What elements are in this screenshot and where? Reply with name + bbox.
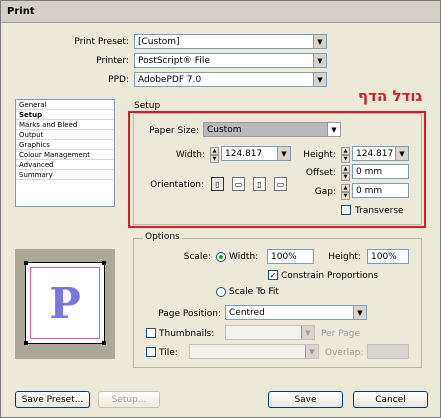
window-title: Print <box>7 6 35 17</box>
width-combo[interactable]: 124.817 ▼ <box>221 146 291 161</box>
cancel-button[interactable]: Cancel <box>353 391 428 408</box>
sidebar-item-output[interactable]: Output <box>16 130 114 140</box>
sidebar-item-colour-management[interactable]: Colour Management <box>16 150 114 160</box>
scale-width-input[interactable]: 100% <box>267 249 314 264</box>
up-arrow-icon[interactable]: ▲ <box>210 147 219 155</box>
thumbnails-dropdown[interactable]: ▼ <box>225 325 315 340</box>
offset-stepper[interactable]: ▲ ▼ <box>341 165 350 181</box>
paper-size-value: Custom <box>207 124 242 135</box>
height-stepper[interactable]: ▲ ▼ <box>341 147 350 163</box>
chevron-down-icon: ▼ <box>313 54 326 67</box>
page-position-label: Page Position: <box>158 309 221 319</box>
orientation-label: Orientation: <box>150 180 204 190</box>
landscape-orientation-icon[interactable]: ▭ <box>232 177 245 191</box>
gap-stepper[interactable]: ▲ ▼ <box>341 184 350 200</box>
chevron-down-icon: ▼ <box>327 123 340 136</box>
preview-paper: P <box>24 261 106 345</box>
chevron-down-icon: ▼ <box>313 35 326 48</box>
height-combo[interactable]: 124.817 ▼ <box>352 146 409 161</box>
chevron-down-icon: ▼ <box>313 73 326 86</box>
print-preset-label: Print Preset: <box>74 37 129 47</box>
down-arrow-icon[interactable]: ▼ <box>210 155 219 163</box>
scale-width-radio[interactable] <box>216 252 226 262</box>
printer-label: Printer: <box>96 56 129 66</box>
chevron-down-icon: ▼ <box>305 345 318 358</box>
up-arrow-icon[interactable]: ▲ <box>341 184 350 192</box>
scale-label: Scale: <box>183 252 211 262</box>
print-preset-value: [Custom] <box>138 36 180 47</box>
sidebar-item-setup[interactable]: Setup <box>16 110 114 120</box>
print-dialog: Print Print Preset: [Custom] ▼ Printer: … <box>0 0 441 418</box>
scale-to-fit-radio[interactable] <box>216 287 226 297</box>
sidebar-item-advanced[interactable]: Advanced <box>16 160 114 170</box>
sidebar-item-graphics[interactable]: Graphics <box>16 140 114 150</box>
constrain-proportions-checkbox[interactable]: ✓ <box>268 270 278 280</box>
scale-height-input[interactable]: 100% <box>367 249 409 264</box>
crop-mark <box>24 341 28 345</box>
tile-dropdown[interactable]: ▼ <box>189 344 319 359</box>
chevron-down-icon: ▼ <box>277 147 290 160</box>
width-value[interactable]: 124.817 <box>222 149 277 159</box>
tile-label: Tile: <box>159 348 178 358</box>
width-stepper[interactable]: ▲ ▼ <box>210 147 219 163</box>
scale-to-fit-label: Scale To Fit <box>229 287 279 297</box>
per-page-label: Per Page <box>321 329 360 339</box>
ppd-label: PPD: <box>108 75 129 85</box>
gap-input[interactable]: 0 mm <box>352 183 409 198</box>
setup-button[interactable]: Setup... <box>98 391 160 408</box>
setup-heading: Setup <box>134 101 161 111</box>
thumbnails-label: Thumbnails: <box>159 329 215 339</box>
save-button[interactable]: Save <box>268 391 343 408</box>
category-list[interactable]: General Setup Marks and Bleed Output Gra… <box>15 99 115 207</box>
overlap-label: Overlap: <box>325 348 364 358</box>
crop-mark <box>102 261 106 265</box>
sidebar-item-summary[interactable]: Summary <box>16 170 114 180</box>
gap-label: Gap: <box>314 187 336 197</box>
constrain-proportions-label: Constrain Proportions <box>281 271 379 281</box>
chevron-down-icon: ▼ <box>395 147 408 160</box>
overlap-input[interactable] <box>367 344 409 359</box>
thumbnails-checkbox[interactable] <box>146 328 156 338</box>
printer-value: PostScript® File <box>138 55 210 66</box>
scale-width-label: Width: <box>229 252 259 262</box>
page-position-dropdown[interactable]: Centred ▼ <box>225 305 367 320</box>
ppd-dropdown[interactable]: AdobePDF 7.0 ▼ <box>134 72 327 87</box>
scale-height-label: Height: <box>328 252 361 262</box>
crop-mark <box>24 261 28 265</box>
crop-mark <box>102 341 106 345</box>
height-label: Height: <box>303 150 336 160</box>
page-position-value: Centred <box>229 307 265 318</box>
paper-size-label: Paper Size: <box>149 126 199 136</box>
preview-page-boundary: P <box>30 267 100 339</box>
hebrew-annotation: גודל הדף <box>358 87 423 105</box>
paper-size-dropdown[interactable]: Custom ▼ <box>203 122 341 137</box>
sidebar-item-general[interactable]: General <box>16 100 114 110</box>
print-preset-dropdown[interactable]: [Custom] ▼ <box>134 34 327 49</box>
down-arrow-icon[interactable]: ▼ <box>341 192 350 200</box>
save-preset-button[interactable]: Save Preset... <box>15 391 90 408</box>
preview-letter: P <box>49 278 81 328</box>
title-bar: Print <box>1 1 440 23</box>
chevron-down-icon: ▼ <box>353 306 366 319</box>
page-preview: P <box>15 249 115 359</box>
chevron-down-icon: ▼ <box>301 326 314 339</box>
down-arrow-icon[interactable]: ▼ <box>341 155 350 163</box>
portrait-orientation-icon[interactable]: ▯ <box>211 177 224 191</box>
reverse-portrait-orientation-icon[interactable]: ▯ <box>253 177 266 191</box>
height-value[interactable]: 124.817 <box>353 149 395 159</box>
tile-checkbox[interactable] <box>146 347 156 357</box>
up-arrow-icon[interactable]: ▲ <box>341 165 350 173</box>
offset-input[interactable]: 0 mm <box>352 164 409 179</box>
options-heading: Options <box>143 232 182 242</box>
printer-dropdown[interactable]: PostScript® File ▼ <box>134 53 327 68</box>
width-label: Width: <box>175 150 205 160</box>
ppd-value: AdobePDF 7.0 <box>138 74 202 85</box>
offset-label: Offset: <box>305 168 336 178</box>
sidebar-item-marks-and-bleed[interactable]: Marks and Bleed <box>16 120 114 130</box>
transverse-checkbox[interactable] <box>341 205 351 215</box>
reverse-landscape-orientation-icon[interactable]: ▭ <box>274 177 287 191</box>
down-arrow-icon[interactable]: ▼ <box>341 173 350 181</box>
transverse-label: Transverse <box>355 206 404 216</box>
up-arrow-icon[interactable]: ▲ <box>341 147 350 155</box>
